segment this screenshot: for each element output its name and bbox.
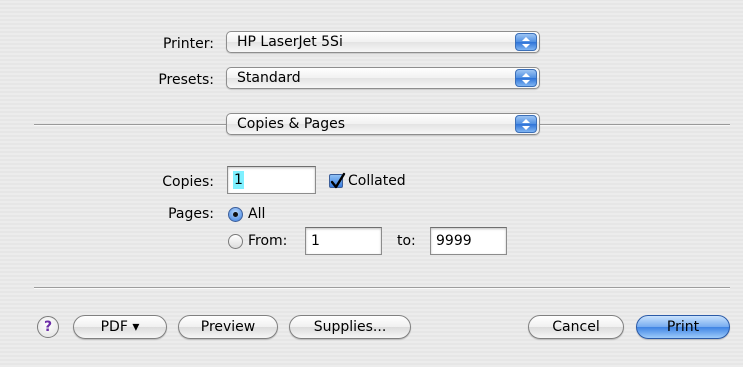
collated-label: Collated [348,173,406,189]
pages-to-label: to: [397,233,416,249]
preview-button[interactable]: Preview [178,315,278,339]
pages-from-field[interactable]: 1 [305,227,382,255]
presets-popup[interactable]: Standard [226,67,540,89]
pdf-button[interactable]: PDF ▾ [73,315,167,339]
printer-label: Printer: [162,36,214,52]
pages-all-radio[interactable] [228,207,243,222]
pages-from-value: 1 [311,233,320,249]
panel-separator-left [34,124,227,126]
popup-arrows-icon [515,115,537,133]
copies-label: Copies: [162,174,214,190]
pages-all-label: All [248,206,266,222]
pages-from-label: From: [248,233,288,249]
pages-label: Pages: [168,206,214,222]
cancel-button[interactable]: Cancel [528,315,624,339]
panel-separator-right [540,124,730,126]
print-button[interactable]: Print [636,315,730,339]
help-button[interactable]: ? [37,316,59,338]
presets-label: Presets: [158,72,214,88]
printer-popup-value: HP LaserJet 5Si [237,34,343,50]
copies-field[interactable]: 1 [227,166,316,194]
panel-popup[interactable]: Copies & Pages [226,113,540,135]
bottom-divider [34,287,730,289]
checkmark-icon [330,172,346,189]
printer-popup[interactable]: HP LaserJet 5Si [226,31,540,53]
panel-popup-value: Copies & Pages [237,116,346,132]
copies-value: 1 [233,171,244,189]
pages-from-radio[interactable] [228,234,243,249]
popup-arrows-icon [515,33,537,51]
popup-arrows-icon [515,69,537,87]
supplies-button[interactable]: Supplies... [289,315,411,339]
presets-popup-value: Standard [237,70,301,86]
collated-checkbox[interactable] [329,172,346,189]
pages-to-value: 9999 [436,233,472,249]
pages-to-field[interactable]: 9999 [430,227,507,255]
